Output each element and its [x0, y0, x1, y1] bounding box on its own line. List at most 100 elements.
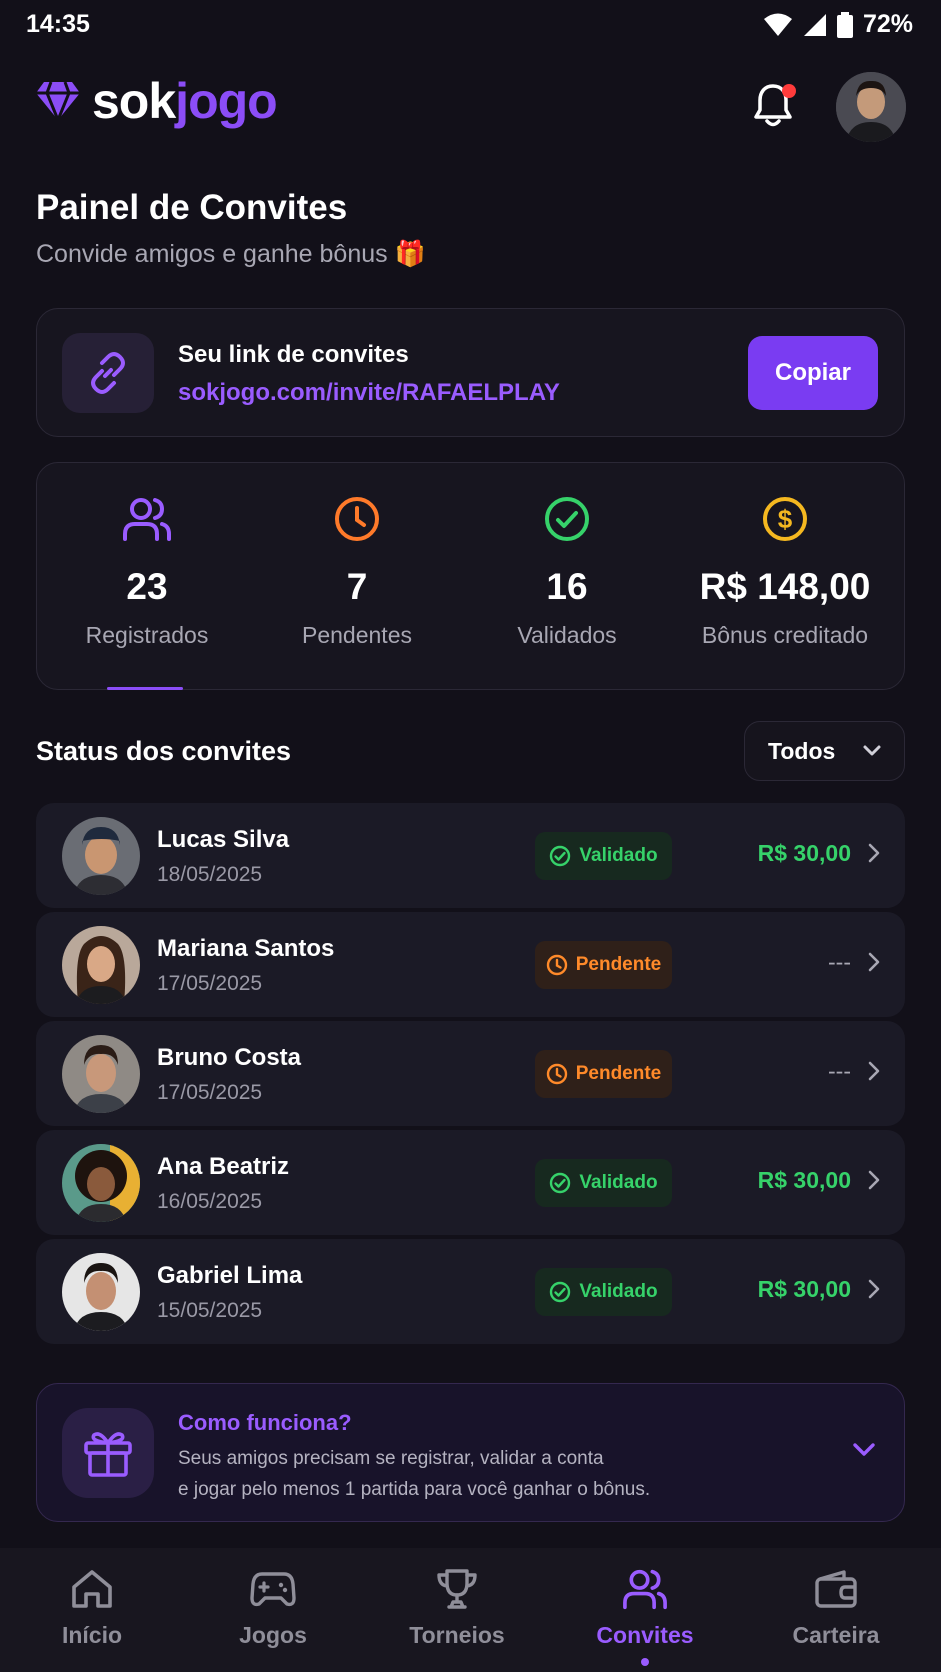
nav-item-jogos[interactable]: Jogos [193, 1566, 353, 1649]
notifications-button[interactable] [752, 82, 798, 132]
invitee-name: Mariana Santos [157, 935, 335, 962]
chevron-down-icon[interactable] [852, 1442, 876, 1458]
invitee-avatar [62, 817, 140, 895]
notification-dot [782, 84, 796, 98]
gift-icon-container [62, 1408, 154, 1498]
status-badge-label: Validado [579, 1172, 658, 1193]
status-badge-label: Validado [579, 1281, 658, 1302]
invitee-name: Ana Beatriz [157, 1153, 290, 1180]
invitee-avatar [62, 926, 140, 1004]
invite-row[interactable]: Lucas Silva 18/05/2025 Validado R$ 30,00 [36, 803, 905, 908]
logo-accent: jogo [175, 73, 278, 129]
profile-avatar[interactable] [836, 72, 906, 142]
stat-pending[interactable]: 7 Pendentes [252, 494, 462, 649]
clock-icon [546, 1063, 567, 1085]
invite-link-url[interactable]: sokjogo.com/invite/RAFAELPLAY [178, 379, 560, 407]
stat-registered[interactable]: 23 Registrados [42, 494, 252, 649]
nav-label: Início [61, 1622, 123, 1648]
status-time: 14:35 [26, 10, 90, 38]
bonus-amount: R$ 30,00 [757, 1276, 851, 1302]
chevron-right-icon [868, 1279, 880, 1299]
diamond-logo-icon [36, 81, 80, 122]
check-circle-icon [550, 1281, 571, 1303]
stat-registered-value: 23 [126, 566, 168, 607]
invite-row[interactable]: Mariana Santos 17/05/2025 Pendente --- [36, 912, 905, 1017]
gamepad-icon [250, 1572, 296, 1607]
active-stat-indicator [107, 687, 183, 690]
stat-bonus[interactable]: $ R$ 148,00 Bônus creditado [680, 494, 890, 649]
how-line-2: e jogar pelo menos 1 partida para você g… [178, 1479, 651, 1500]
invite-date: 18/05/2025 [157, 863, 263, 886]
signal-icon [803, 13, 826, 36]
invite-row[interactable]: Ana Beatriz 16/05/2025 Validado R$ 30,00 [36, 1130, 905, 1235]
wifi-icon [763, 13, 792, 36]
nav-item-torneios[interactable]: Torneios [377, 1566, 537, 1649]
status-filter-dropdown[interactable]: Todos [744, 721, 905, 781]
check-circle-icon [550, 845, 571, 867]
users-icon [123, 498, 171, 541]
bonus-amount: --- [828, 949, 851, 975]
stat-validated[interactable]: 16 Validados [462, 494, 672, 649]
invite-row[interactable]: Bruno Costa 17/05/2025 Pendente --- [36, 1021, 905, 1126]
invitee-avatar [62, 1253, 140, 1331]
status-badge-label: Pendente [575, 954, 662, 975]
filter-value: Todos [768, 737, 836, 764]
nav-label: Convites [596, 1622, 694, 1648]
invitee-name: Gabriel Lima [157, 1262, 303, 1289]
status-badge: Validado [535, 1268, 672, 1316]
bonus-amount: --- [828, 1058, 851, 1084]
status-badge: Pendente [535, 941, 672, 989]
chevron-right-icon [868, 952, 880, 972]
copy-link-button[interactable]: Copiar [748, 336, 878, 410]
invite-date: 15/05/2025 [157, 1299, 263, 1322]
avatar-image [62, 817, 140, 895]
status-bar: 14:35 72% [0, 0, 941, 52]
avatar-image [62, 1035, 140, 1113]
stat-validated-value: 16 [546, 566, 588, 607]
status-badge: Pendente [535, 1050, 672, 1098]
app-logo[interactable]: sokjogo [34, 73, 278, 129]
page-subtitle: Convide amigos e ganhe bônus 🎁 [36, 240, 426, 268]
invite-row[interactable]: Gabriel Lima 15/05/2025 Validado R$ 30,0… [36, 1239, 905, 1344]
invitee-avatar [62, 1144, 140, 1222]
nav-item-inicio[interactable]: Início [12, 1566, 172, 1649]
how-it-works-text: Seus amigos precisam se registrar, valid… [178, 1443, 738, 1505]
nav-label: Carteira [792, 1622, 880, 1648]
clock-icon [335, 497, 379, 541]
how-line-1: Seus amigos precisam se registrar, valid… [178, 1448, 604, 1469]
link-icon-container [62, 333, 154, 413]
chevron-right-icon [868, 1061, 880, 1081]
stat-bonus-value: R$ 148,00 [699, 566, 871, 607]
status-icons: 72% [763, 10, 913, 39]
nav-label: Torneios [409, 1622, 505, 1648]
invitee-avatar [62, 1035, 140, 1113]
avatar-image [62, 1144, 140, 1222]
check-circle-icon [545, 497, 589, 541]
nav-item-convites[interactable]: Convites [565, 1566, 725, 1649]
avatar-image [62, 1253, 140, 1331]
stat-bonus-label: Bônus creditado [701, 622, 869, 648]
nav-item-carteira[interactable]: Carteira [756, 1566, 916, 1649]
active-nav-indicator [641, 1658, 649, 1666]
status-badge-label: Pendente [575, 1063, 662, 1084]
status-badge: Validado [535, 1159, 672, 1207]
invitee-name: Lucas Silva [157, 826, 290, 853]
how-it-works-title: Como funciona? [178, 1410, 352, 1435]
nav-label: Jogos [239, 1622, 307, 1648]
invite-date: 16/05/2025 [157, 1190, 263, 1213]
page-title: Painel de Convites [36, 188, 348, 227]
chevron-right-icon [868, 843, 880, 863]
svg-text:$: $ [778, 504, 793, 534]
status-badge-label: Validado [579, 845, 658, 866]
home-icon [72, 1570, 112, 1608]
invite-date: 17/05/2025 [157, 972, 263, 995]
gift-icon [84, 1432, 132, 1477]
status-section-title: Status dos convites [36, 736, 292, 766]
stat-pending-label: Pendentes [302, 622, 412, 648]
clock-icon [546, 954, 567, 976]
bonus-amount: R$ 30,00 [757, 1167, 851, 1193]
invitee-name: Bruno Costa [157, 1044, 301, 1071]
battery-icon [836, 11, 853, 38]
wallet-icon [815, 1570, 857, 1608]
chevron-down-icon [863, 745, 881, 756]
